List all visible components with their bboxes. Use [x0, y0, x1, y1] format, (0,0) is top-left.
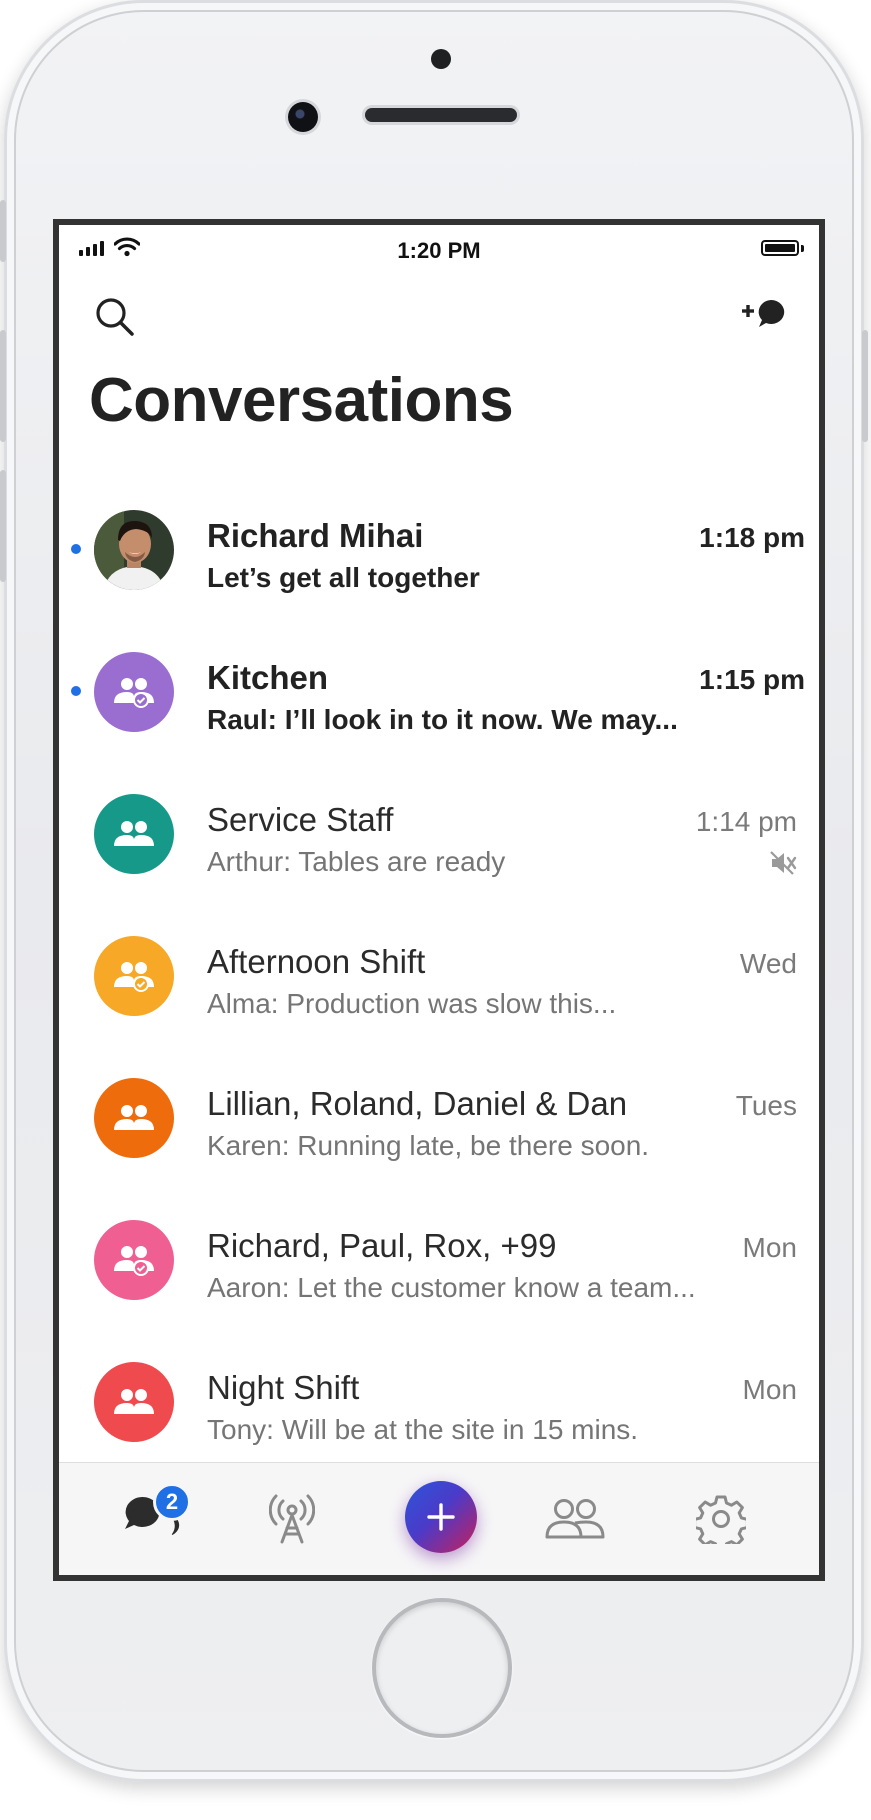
conversation-item[interactable]: Lillian, Roland, Daniel & Dan Karen: Run… — [59, 1048, 819, 1190]
new-conversation-button[interactable] — [739, 297, 791, 337]
conversation-name: Richard Mihai — [207, 517, 424, 554]
tab-chats[interactable]: 2 — [101, 1463, 201, 1575]
add-chat-icon — [742, 299, 785, 327]
conversation-preview: Tony: Will be at the site in 15 mins. — [207, 1414, 639, 1445]
conversation-time: 1:14 pm — [695, 806, 797, 837]
group-icon — [114, 821, 154, 846]
conversation-time: 1:18 pm — [699, 522, 805, 553]
front-camera — [288, 102, 318, 132]
people-icon — [545, 1499, 605, 1539]
conversation-name: Afternoon Shift — [207, 943, 426, 980]
conversation-name: Lillian, Roland, Daniel & Dan — [207, 1085, 628, 1122]
conversation-item[interactable]: Richard, Paul, Rox, +99 Aaron: Let the c… — [59, 1190, 819, 1332]
conversation-preview: Karen: Running late, be there soon. — [207, 1130, 650, 1161]
tab-broadcast[interactable] — [242, 1463, 342, 1575]
settings-icon — [696, 1495, 746, 1544]
avatar — [94, 1220, 174, 1300]
avatar — [94, 652, 174, 732]
plus-icon — [427, 1503, 455, 1531]
conversation-time: Mon — [742, 1232, 797, 1263]
conversation-time: Tues — [735, 1090, 797, 1121]
conversation-item[interactable]: Service Staff Arthur: Tables are ready 1… — [59, 764, 819, 906]
battery-tip — [801, 245, 804, 252]
group-icon — [114, 1389, 154, 1414]
broadcast-icon — [269, 1494, 315, 1544]
conversation-preview: Let’s get all together — [207, 562, 480, 593]
screen: 1:20 PM Conversations Richard Mihai Let’… — [53, 219, 825, 1581]
avatar — [94, 794, 174, 874]
search-icon — [96, 298, 134, 336]
proximity-sensor — [431, 49, 451, 69]
home-button[interactable] — [372, 1598, 512, 1738]
conversation-list: Richard Mihai Let’s get all together 1:1… — [59, 480, 819, 1474]
avatar — [94, 936, 174, 1016]
conversation-preview: Raul: I’ll look in to it now. We may... — [207, 704, 678, 735]
earpiece-speaker — [365, 108, 517, 122]
unread-badge: 2 — [153, 1483, 191, 1521]
search-button[interactable] — [93, 295, 137, 339]
conversation-name: Night Shift — [207, 1369, 360, 1406]
power-button — [862, 330, 868, 442]
avatar — [94, 1078, 174, 1158]
conversation-time: Wed — [739, 948, 797, 979]
tab-bar: 2 — [59, 1462, 819, 1575]
conversation-item[interactable]: Night Shift Tony: Will be at the site in… — [59, 1332, 819, 1474]
tab-people[interactable] — [525, 1463, 625, 1575]
conversation-name: Service Staff — [207, 801, 394, 838]
conversation-time: Mon — [742, 1374, 797, 1405]
group-check-icon — [114, 678, 154, 708]
volume-up-button — [0, 330, 6, 442]
muted-icon — [770, 851, 797, 875]
page-title: Conversations — [89, 366, 514, 435]
conversation-preview: Alma: Production was slow this... — [207, 988, 617, 1019]
tab-settings[interactable] — [671, 1463, 771, 1575]
conversation-item[interactable]: Richard Mihai Let’s get all together 1:1… — [59, 480, 819, 622]
avatar — [94, 1362, 174, 1442]
unread-indicator — [71, 544, 81, 554]
unread-indicator — [71, 686, 81, 696]
conversation-preview: Aaron: Let the customer know a team... — [207, 1272, 696, 1303]
group-check-icon — [114, 962, 154, 992]
conversation-item[interactable]: Afternoon Shift Alma: Production was slo… — [59, 906, 819, 1048]
new-action-button[interactable] — [405, 1481, 477, 1553]
mute-switch — [0, 200, 6, 262]
group-icon — [114, 1105, 154, 1130]
group-check-icon — [114, 1246, 154, 1276]
conversation-name: Richard, Paul, Rox, +99 — [207, 1227, 557, 1264]
avatar — [94, 510, 174, 590]
status-bar: 1:20 PM — [59, 225, 819, 265]
battery-icon — [761, 240, 799, 256]
conversation-item[interactable]: Kitchen Raul: I’ll look in to it now. We… — [59, 622, 819, 764]
avatar-photo — [94, 510, 174, 590]
status-time: 1:20 PM — [397, 238, 481, 263]
conversation-name: Kitchen — [207, 659, 329, 696]
conversation-preview: Arthur: Tables are ready — [207, 846, 506, 877]
conversation-time: 1:15 pm — [699, 664, 805, 695]
volume-down-button — [0, 470, 6, 582]
